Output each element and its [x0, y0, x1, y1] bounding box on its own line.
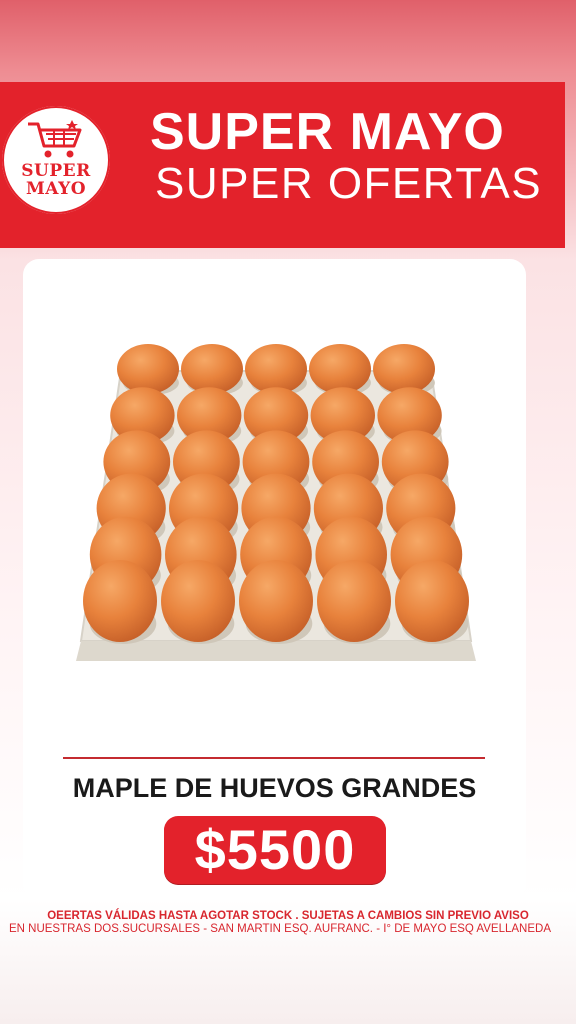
product-name: MAPLE DE HUEVOS GRANDES	[72, 773, 477, 803]
super-mayo-logo: SUPER MAYO	[2, 106, 110, 214]
egg	[395, 560, 469, 642]
logo-text-super: SUPER	[21, 161, 91, 181]
egg	[239, 560, 313, 642]
product-price: $5500	[194, 818, 356, 881]
header-banner: SUPER MAYO SUPER MAYO SUPER OFERTAS	[0, 82, 565, 248]
branches-text: EN NUESTRAS DOS.SUCURSALES - SAN MARTIN …	[8, 923, 552, 935]
egg	[161, 560, 235, 642]
egg	[117, 344, 179, 394]
shopping-cart-icon	[28, 120, 82, 158]
logo-text-mayo: MAYO	[25, 179, 87, 199]
egg	[373, 344, 435, 394]
disclaimer-text: OEERTAS VÁLIDAS HASTA AGOTAR STOCK . SUJ…	[47, 910, 529, 922]
egg	[309, 344, 371, 394]
promo-title: SUPER MAYO	[150, 103, 505, 161]
egg	[317, 560, 391, 642]
divider-line	[63, 757, 485, 759]
price-badge: $5500	[164, 816, 386, 884]
egg	[83, 560, 157, 642]
product-card: MAPLE DE HUEVOS GRANDES $5500	[23, 259, 526, 899]
egg	[181, 344, 243, 394]
promo-subtitle: SUPER OFERTAS	[155, 159, 543, 208]
egg	[245, 344, 307, 394]
egg-tray-image	[76, 344, 476, 661]
